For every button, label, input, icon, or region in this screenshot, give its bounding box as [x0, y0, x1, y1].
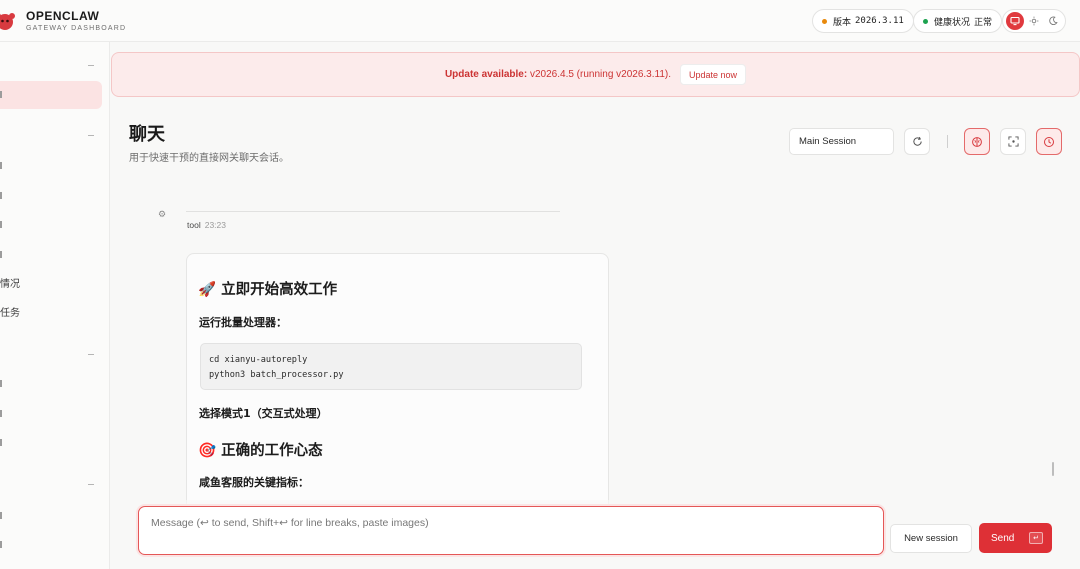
brand-title: OPENCLAW: [26, 9, 100, 23]
thinking-toggle-button[interactable]: [964, 128, 990, 155]
top-bar: OPENCLAW GATEWAY DASHBOARD 版本 2026.3.11 …: [0, 0, 1080, 42]
update-banner-version: v2026.4.5 (running v2026.3.11).: [527, 69, 672, 80]
brain-icon: [972, 136, 982, 147]
page-subtitle: 用于快速干预的直接网关聊天会话。: [129, 153, 289, 164]
sidebar-group-collapse[interactable]: [88, 135, 94, 136]
moon-icon: [1048, 16, 1058, 25]
version-label: 版本: [833, 16, 852, 27]
health-value: 正常: [974, 16, 993, 27]
version-pill: 版本 2026.3.11: [812, 9, 914, 33]
session-select[interactable]: Main Session: [789, 128, 894, 155]
sidebar-item-status[interactable]: 情况: [0, 279, 20, 291]
sidebar-group-collapse[interactable]: [88, 354, 94, 355]
message-paragraph-mode: 选择模式1（交互式处理）: [199, 407, 328, 420]
theme-dark-button[interactable]: [1044, 12, 1062, 30]
update-banner-text: Update available: v2026.4.5 (running v20…: [445, 69, 671, 80]
chat-scrollbar[interactable]: [1052, 462, 1054, 476]
sidebar-item-tasks[interactable]: 任务: [0, 308, 20, 320]
refresh-button[interactable]: [904, 128, 930, 155]
message-meta: tool 23:23: [187, 220, 226, 230]
refresh-icon: [912, 136, 922, 146]
message-time: 23:23: [204, 220, 226, 230]
toolbar-divider: [947, 135, 948, 148]
send-button[interactable]: Send ↵: [979, 523, 1052, 553]
message-heading-start: 🚀 立即开始高效工作: [198, 282, 338, 298]
tool-gear-icon: ⚙: [158, 209, 167, 219]
sidebar-item-10[interactable]: [0, 512, 2, 519]
focus-mode-button[interactable]: [1000, 128, 1026, 155]
sidebar: 情况 任务: [0, 42, 110, 569]
sidebar-item-4[interactable]: [0, 251, 2, 258]
sidebar-item-8[interactable]: [0, 410, 2, 417]
message-input[interactable]: [151, 517, 871, 544]
update-now-button[interactable]: Update now: [680, 64, 747, 85]
send-label: Send: [991, 532, 1015, 544]
theme-switcher: [1002, 9, 1066, 33]
brand[interactable]: OPENCLAW GATEWAY DASHBOARD: [26, 10, 126, 34]
new-session-button[interactable]: New session: [890, 524, 972, 553]
code-line: cd xianyu-autoreply: [209, 355, 308, 365]
message-composer[interactable]: [138, 506, 884, 555]
monitor-icon: [1010, 16, 1020, 26]
health-pill: 健康状况 正常: [913, 9, 1003, 33]
history-button[interactable]: [1036, 128, 1062, 155]
enter-key-icon: ↵: [1029, 532, 1043, 544]
clock-icon: [1044, 136, 1054, 147]
lobster-logo-icon: [0, 13, 15, 30]
message-paragraph-metrics: 咸鱼客服的关键指标：: [199, 476, 309, 489]
sidebar-item-1[interactable]: [0, 162, 2, 169]
sidebar-group-collapse[interactable]: [88, 65, 94, 66]
message-role: tool: [187, 220, 201, 230]
code-line: python3 batch_processor.py: [209, 370, 344, 380]
version-status-dot: [822, 18, 827, 24]
update-banner-lead: Update available:: [444, 69, 528, 80]
health-status-dot: [923, 18, 928, 24]
sidebar-item-chat-active[interactable]: [0, 81, 102, 109]
message-heading-mindset: 🎯 正确的工作心态: [198, 443, 323, 459]
message-bubble: 🚀 立即开始高效工作 运行批量处理器： cd xianyu-autoreply p…: [186, 253, 609, 523]
sun-icon: [1029, 16, 1039, 26]
code-block: cd xianyu-autoreply python3 batch_process…: [200, 343, 582, 390]
message-divider: [186, 211, 560, 212]
sidebar-item-9[interactable]: [0, 439, 2, 446]
health-label: 健康状况: [934, 16, 971, 27]
sidebar-item-7[interactable]: [0, 380, 2, 387]
theme-system-button[interactable]: [1006, 12, 1025, 30]
message-paragraph-run: 运行批量处理器：: [199, 316, 287, 329]
sidebar-group-collapse[interactable]: [88, 484, 94, 485]
page-title: 聊天: [129, 124, 165, 145]
sidebar-item-11[interactable]: [0, 541, 2, 548]
sidebar-item-2[interactable]: [0, 192, 2, 199]
sidebar-item-0[interactable]: [0, 91, 2, 98]
version-value: 2026.3.11: [855, 16, 904, 26]
update-banner: Update available: v2026.4.5 (running v20…: [111, 52, 1080, 97]
focus-icon: [1007, 136, 1019, 147]
brand-subtitle: GATEWAY DASHBOARD: [26, 25, 127, 32]
sidebar-item-3[interactable]: [0, 221, 2, 228]
theme-light-button[interactable]: [1025, 12, 1043, 30]
